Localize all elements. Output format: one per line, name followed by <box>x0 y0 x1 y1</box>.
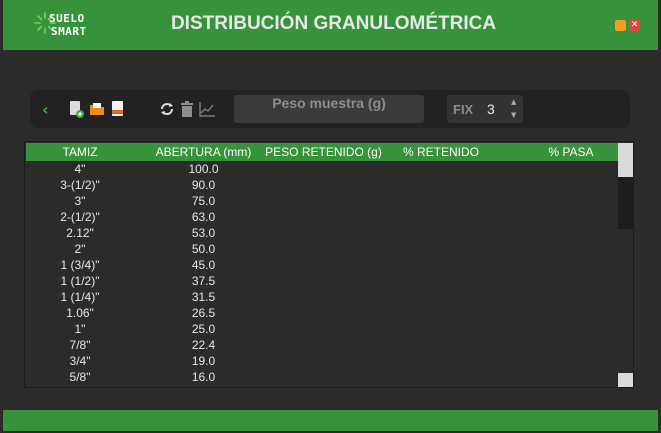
table-header: TAMIZ ABERTURA (mm) PESO RETENIDO (g) % … <box>26 143 618 161</box>
cell-tamiz[interactable]: 7/8" <box>26 338 134 352</box>
table-row[interactable]: 2-(1/2)" 63.0 <box>26 209 618 225</box>
cell-tamiz[interactable]: 5/8" <box>26 370 134 384</box>
refresh-icon[interactable] <box>158 99 176 119</box>
table-row[interactable]: 5/8" 16.0 <box>26 369 618 385</box>
scrollbar-corner <box>618 143 633 161</box>
new-document-icon[interactable] <box>68 99 84 119</box>
table-row[interactable]: 1.06" 26.5 <box>26 305 618 321</box>
header-abertura[interactable]: ABERTURA (mm) <box>141 145 266 159</box>
cell-tamiz[interactable]: 3-(1/2)" <box>26 178 134 192</box>
fix-label: FIX <box>453 102 474 117</box>
table-row[interactable]: 1" 25.0 <box>26 321 618 337</box>
save-file-icon[interactable] <box>110 99 126 119</box>
cell-tamiz[interactable]: 1.06" <box>26 306 134 320</box>
status-bar <box>3 410 658 431</box>
cell-abertura[interactable]: 53.0 <box>141 226 266 240</box>
cell-tamiz[interactable]: 1 (3/4)" <box>26 258 134 272</box>
window-title: DISTRIBUCIÓN GRANULOMÉTRICA <box>170 13 497 34</box>
table-row[interactable]: 3" 75.0 <box>26 193 618 209</box>
table-row[interactable]: 7/8" 22.4 <box>26 337 618 353</box>
table-row[interactable]: 2" 50.0 <box>26 241 618 257</box>
minimize-button[interactable] <box>615 20 626 31</box>
chart-icon[interactable] <box>198 99 216 119</box>
cell-tamiz[interactable]: 2.12" <box>26 226 134 240</box>
cell-abertura[interactable]: 25.0 <box>141 322 266 336</box>
cell-tamiz[interactable]: 3/4" <box>26 354 134 368</box>
cell-tamiz[interactable]: 2-(1/2)" <box>26 210 134 224</box>
back-button[interactable]: ‹ <box>42 100 49 120</box>
spin-up-icon[interactable]: ▲ <box>511 98 516 106</box>
app-window: SUELO SMART DISTRIBUCIÓN GRANULOMÉTRICA … <box>0 0 661 433</box>
fix-value[interactable]: 3 <box>487 101 495 117</box>
header-pasa[interactable]: % PASA <box>521 145 621 159</box>
cell-abertura[interactable]: 75.0 <box>141 194 266 208</box>
table-row[interactable]: 1 (1/4)" 31.5 <box>26 289 618 305</box>
cell-abertura[interactable]: 37.5 <box>141 274 266 288</box>
spin-down-icon[interactable]: ▼ <box>511 111 516 119</box>
cell-tamiz[interactable]: 4" <box>26 162 134 176</box>
cell-tamiz[interactable]: 2" <box>26 242 134 256</box>
cell-abertura[interactable]: 50.0 <box>141 242 266 256</box>
trash-icon[interactable] <box>179 99 195 119</box>
cell-abertura[interactable]: 45.0 <box>141 258 266 272</box>
scrollbar-thumb[interactable] <box>618 161 633 177</box>
sieve-table: TAMIZ ABERTURA (mm) PESO RETENIDO (g) % … <box>24 141 634 388</box>
table-row[interactable]: 1 (1/2)" 37.5 <box>26 273 618 289</box>
sample-weight-input[interactable]: Peso muestra (g) <box>234 95 424 123</box>
cell-abertura[interactable]: 22.4 <box>141 338 266 352</box>
vertical-scrollbar[interactable] <box>618 143 633 387</box>
cell-tamiz[interactable]: 1" <box>26 322 134 336</box>
toolbar: ‹ Peso muestra (g) FIX 3 ▲ ▼ <box>30 90 630 128</box>
header-peso-retenido[interactable]: PESO RETENIDO (g) <box>261 145 386 159</box>
table-row[interactable]: 1 (3/4)" 45.0 <box>26 257 618 273</box>
table-row[interactable]: 2.12" 53.0 <box>26 225 618 241</box>
cell-tamiz[interactable]: 1 (1/4)" <box>26 290 134 304</box>
cell-tamiz[interactable]: 3" <box>26 194 134 208</box>
table-body: 4" 100.0 3-(1/2)" 90.0 3" 75.0 2-(1/2)" … <box>26 161 618 387</box>
cell-abertura[interactable]: 100.0 <box>141 162 266 176</box>
close-button[interactable]: ✕ <box>629 20 640 31</box>
scrollbar-down-arrow[interactable] <box>618 373 633 387</box>
scrollbar-track[interactable] <box>618 177 633 229</box>
header-retenido[interactable]: % RETENIDO <box>391 145 491 159</box>
cell-tamiz[interactable]: 1 (1/2)" <box>26 274 134 288</box>
fix-decimals-spinbox[interactable]: FIX 3 ▲ ▼ <box>447 95 523 123</box>
open-folder-icon[interactable] <box>89 99 105 119</box>
cell-abertura[interactable]: 63.0 <box>141 210 266 224</box>
title-bar: SUELO SMART DISTRIBUCIÓN GRANULOMÉTRICA … <box>3 0 658 50</box>
cell-abertura[interactable]: 31.5 <box>141 290 266 304</box>
cell-abertura[interactable]: 16.0 <box>141 370 266 384</box>
table-row[interactable]: 4" 100.0 <box>26 161 618 177</box>
header-tamiz[interactable]: TAMIZ <box>26 145 134 159</box>
table-row[interactable]: 3-(1/2)" 90.0 <box>26 177 618 193</box>
cell-abertura[interactable]: 90.0 <box>141 178 266 192</box>
cell-abertura[interactable]: 19.0 <box>141 354 266 368</box>
cell-abertura[interactable]: 26.5 <box>141 306 266 320</box>
table-row[interactable]: 3/4" 19.0 <box>26 353 618 369</box>
